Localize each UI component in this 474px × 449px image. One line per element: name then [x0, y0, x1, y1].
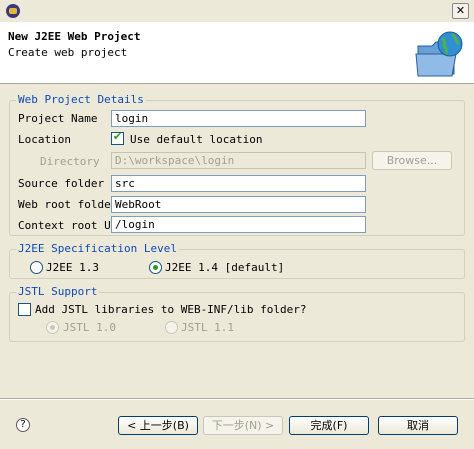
- jstl-11-radio[interactable]: [165, 321, 178, 334]
- globe-folder-icon: [415, 31, 463, 77]
- j2ee-13-radio[interactable]: [30, 261, 43, 274]
- directory-input[interactable]: D:\workspace\login: [111, 152, 366, 169]
- web-root-folder-label: Web root folder: [18, 198, 118, 211]
- source-folder-label: Source folder: [18, 177, 105, 190]
- j2ee-13-label: J2EE 1.3: [46, 261, 99, 274]
- finish-button[interactable]: 完成(F): [289, 416, 369, 435]
- cancel-button[interactable]: 取消: [378, 416, 458, 435]
- group-title: JSTL Support: [16, 285, 100, 299]
- use-default-location-label: Use default location: [130, 133, 263, 146]
- project-name-label: Project Name: [18, 112, 98, 125]
- next-button[interactable]: 下一步(N) >: [203, 416, 283, 435]
- source-folder-input[interactable]: src: [111, 175, 366, 192]
- use-default-location-checkbox[interactable]: ✔: [111, 130, 124, 145]
- close-button[interactable]: ✕: [452, 3, 469, 19]
- browse-button[interactable]: Browse...: [372, 151, 452, 170]
- check-icon: ✔: [112, 130, 123, 143]
- add-jstl-label: Add JSTL libraries to WEB-INF/lib folder…: [35, 303, 307, 316]
- location-label: Location: [18, 133, 71, 146]
- j2ee-14-label: J2EE 1.4 [default]: [165, 261, 285, 274]
- directory-label: Directory: [40, 155, 100, 168]
- web-root-folder-input[interactable]: WebRoot: [111, 196, 366, 213]
- radio-selected-dot: [153, 265, 158, 270]
- group-title: J2EE Specification Level: [16, 242, 179, 256]
- wizard-title: New J2EE Web Project: [8, 30, 141, 43]
- jstl-11-label: JSTL 1.1: [181, 321, 234, 334]
- jstl-10-radio[interactable]: [46, 321, 59, 334]
- jstl-10-label: JSTL 1.0: [63, 321, 116, 334]
- help-icon[interactable]: ?: [16, 418, 30, 432]
- title-bar: ✕: [0, 0, 474, 22]
- j2ee-14-radio[interactable]: [149, 261, 162, 274]
- project-name-input[interactable]: login: [111, 110, 366, 127]
- context-root-url-input[interactable]: /login: [111, 216, 366, 233]
- context-root-url-label: Context root URL: [18, 219, 124, 232]
- wizard-header: New J2EE Web Project Create web project: [0, 22, 474, 84]
- add-jstl-checkbox[interactable]: [18, 303, 31, 316]
- eclipse-icon: [6, 4, 20, 18]
- wizard-subtitle: Create web project: [8, 46, 128, 59]
- group-title: Web Project Details: [16, 93, 146, 107]
- radio-selected-dot: [50, 325, 55, 330]
- back-button[interactable]: < 上一步(B): [118, 416, 198, 435]
- footer-separator-highlight: [0, 399, 474, 400]
